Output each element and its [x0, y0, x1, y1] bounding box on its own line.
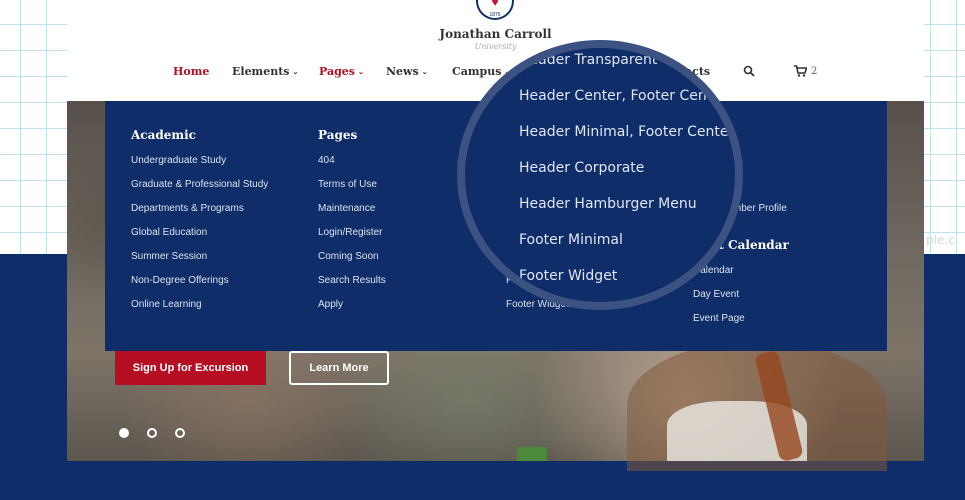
slider-dot-1[interactable]: [119, 428, 129, 438]
zoom-item-header-minimal-footer-center[interactable]: Header Minimal, Footer Center: [519, 124, 734, 140]
mega-link[interactable]: 404: [318, 155, 335, 166]
zoom-item-footer-minimal[interactable]: Footer Minimal: [519, 232, 623, 248]
chevron-down-icon: ⌄: [358, 67, 364, 76]
zoom-item-header-hamburger-menu[interactable]: Header Hamburger Menu: [519, 196, 697, 212]
mega-link[interactable]: Summer Session: [131, 251, 207, 262]
mega-link[interactable]: Event Page: [693, 313, 745, 324]
mega-link[interactable]: Graduate & Professional Study: [131, 179, 268, 190]
nav-news[interactable]: News ⌄: [386, 65, 428, 78]
nav-pages[interactable]: Pages ⌄: [319, 65, 364, 78]
crest-heart-icon: ♥: [491, 0, 499, 9]
background-faded-text: ple.c: [926, 233, 955, 247]
nav-elements-label: Elements: [232, 65, 290, 78]
mega-link[interactable]: Terms of Use: [318, 179, 377, 190]
slider-dot-2[interactable]: [147, 428, 157, 438]
nav-home-label: Home: [173, 65, 210, 78]
chevron-down-icon: ⌄: [292, 67, 299, 76]
nav-elements[interactable]: Elements ⌄: [232, 65, 298, 78]
mega-link[interactable]: Apply: [318, 299, 343, 310]
crest-year: 1876: [489, 12, 501, 18]
mega-link[interactable]: Maintenance: [318, 203, 375, 214]
slider-dot-3[interactable]: [175, 428, 185, 438]
zoom-item-header-center-footer-center[interactable]: Header Center, Footer Center: [519, 88, 727, 104]
chevron-down-icon: ⌄: [421, 67, 428, 76]
zoom-item-header-corporate[interactable]: Header Corporate: [519, 160, 644, 176]
mega-link[interactable]: Login/Register: [318, 227, 382, 238]
search-icon[interactable]: [743, 65, 755, 80]
zoom-item-header-transparent[interactable]: Header Transparent: [519, 52, 657, 68]
learn-more-button[interactable]: Learn More: [289, 351, 389, 385]
slider-dots: [119, 428, 185, 438]
nav-campus-label: Campus: [452, 65, 502, 78]
mega-link[interactable]: Non-Degree Offerings: [131, 275, 229, 286]
site-title[interactable]: Jonathan Carroll: [67, 27, 924, 41]
nav-pages-label: Pages: [319, 65, 355, 78]
hero-photo-book: [517, 447, 547, 461]
mega-link[interactable]: Search Results: [318, 275, 386, 286]
nav-news-label: News: [386, 65, 419, 78]
mega-column-title-academic: Academic: [131, 128, 196, 142]
mega-link[interactable]: Day Event: [693, 289, 739, 300]
mega-column-title-pages: Pages: [318, 128, 358, 142]
mega-link[interactable]: Coming Soon: [318, 251, 379, 262]
cart-count: 2: [811, 66, 818, 77]
mega-link[interactable]: Undergraduate Study: [131, 155, 226, 166]
site-subtitle: University: [474, 42, 517, 51]
sign-up-excursion-button[interactable]: Sign Up for Excursion: [115, 351, 266, 385]
cart-icon[interactable]: [794, 65, 808, 80]
mega-link[interactable]: Departments & Programs: [131, 203, 244, 214]
mega-link[interactable]: Global Education: [131, 227, 207, 238]
zoom-item-footer-widget[interactable]: Footer Widget: [519, 268, 617, 284]
nav-home[interactable]: Home: [173, 65, 209, 78]
mega-link[interactable]: Online Learning: [131, 299, 202, 310]
zoom-magnifier: Header Transparent Header Center, Footer…: [457, 40, 743, 310]
